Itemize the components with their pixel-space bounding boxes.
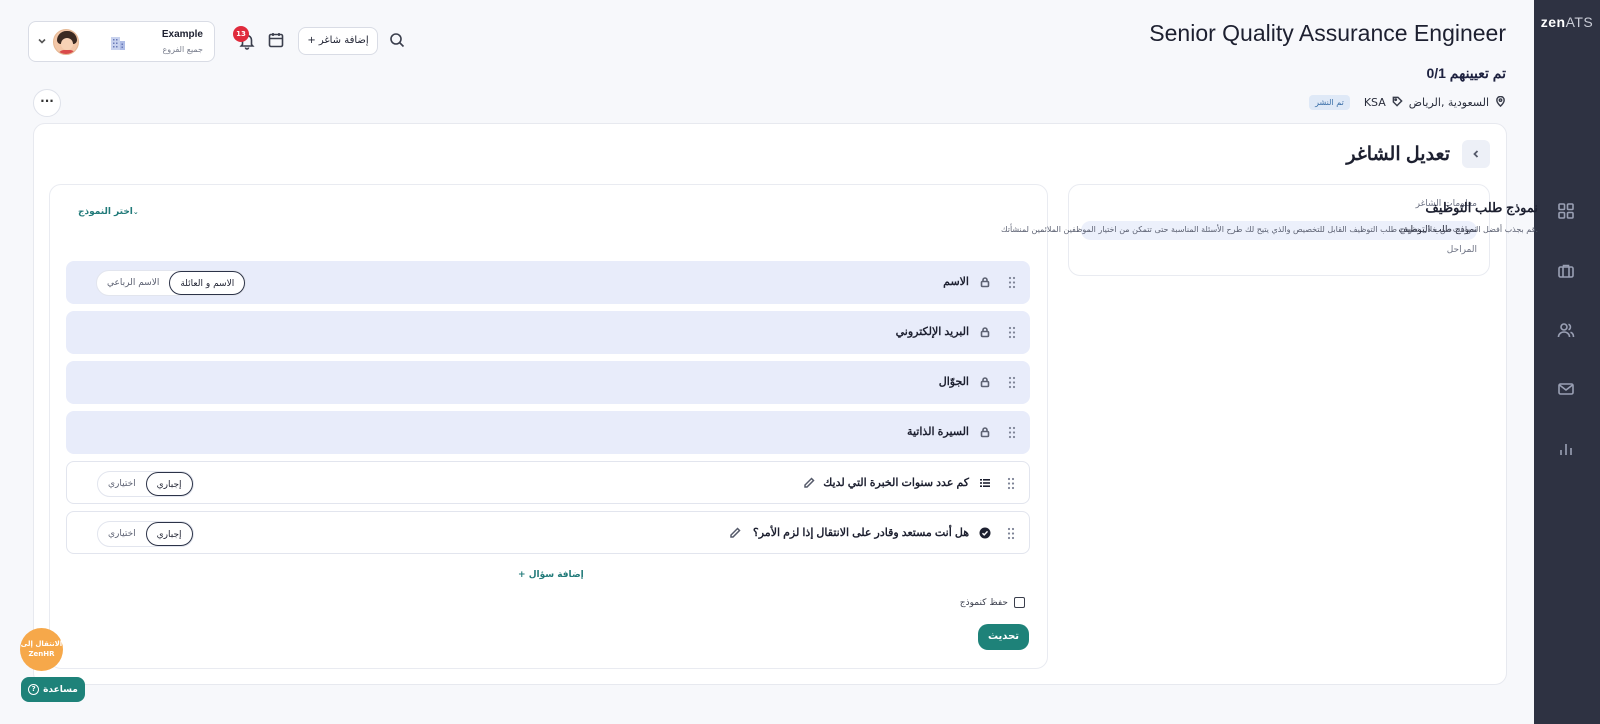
save-as-template[interactable]: حفظ كنموذج	[960, 597, 1025, 608]
option-full-name[interactable]: الاسم الرباعي	[97, 271, 169, 295]
question-row-relocation: هل أنت مستعد وقادر على الانتقال إذا لزم …	[66, 511, 1030, 554]
briefcase-icon[interactable]	[1557, 262, 1575, 280]
field-row-cv: السيرة الذاتية	[66, 411, 1030, 454]
add-vacancy-button[interactable]: + إضافة شاغر	[298, 27, 378, 55]
drag-handle-icon[interactable]	[1008, 276, 1016, 289]
notification-count: 13	[233, 26, 249, 42]
org-name: Example	[161, 29, 203, 40]
lock-icon	[979, 376, 991, 388]
users-icon[interactable]	[1557, 321, 1575, 339]
field-label: البريد الإلكتروني	[895, 326, 969, 338]
drag-handle-icon[interactable]	[1008, 326, 1016, 339]
lock-icon	[979, 326, 991, 338]
save-template-checkbox[interactable]	[1014, 597, 1025, 608]
page-title: تعديل الشاغر	[1346, 143, 1450, 165]
help-button[interactable]: ? مساعدة	[21, 677, 85, 702]
option-required[interactable]: إجباري	[145, 522, 193, 546]
location-pin-icon	[1495, 95, 1506, 110]
bar-chart-icon[interactable]	[1557, 440, 1575, 458]
user-org-switcher[interactable]: Example جميع الفروع	[28, 21, 215, 62]
save-template-label: حفظ كنموذج	[959, 597, 1008, 608]
option-optional[interactable]: اختياري	[98, 472, 146, 496]
drag-handle-icon[interactable]	[1008, 426, 1016, 439]
drag-handle-icon[interactable]	[1007, 527, 1015, 540]
go-to-zenhr-button[interactable]: الانتقال إلى ZenHR	[20, 628, 63, 671]
update-button[interactable]: تحديث	[978, 624, 1029, 650]
job-location: السعودية ,الرياض	[1408, 96, 1489, 109]
lock-icon	[979, 276, 991, 288]
form-description: قم بجذب أفضل المواهب من خلال نموذج طلب ا…	[1000, 225, 1538, 234]
question-icon: ?	[28, 684, 40, 695]
list-icon	[979, 477, 991, 489]
question-row-experience: كم عدد سنوات الخبرة التي لديك اختياري إج…	[66, 461, 1030, 504]
zenats-logo[interactable]: zenATS	[1534, 14, 1600, 30]
choose-template-dropdown[interactable]: اختر النموذج⌄	[78, 207, 142, 217]
job-meta: السعودية ,الرياض KSA تم النشر	[1309, 95, 1506, 110]
field-row-mobile: الجوّال	[66, 361, 1030, 404]
chevron-left-icon	[1473, 150, 1479, 158]
check-circle-icon	[979, 527, 991, 539]
org-branches: جميع الفروع	[162, 45, 203, 54]
building-icon	[109, 35, 127, 51]
calendar-icon[interactable]	[267, 31, 285, 49]
field-label: الاسم	[943, 276, 969, 288]
required-toggle[interactable]: اختياري إجباري	[97, 471, 194, 497]
question-label: هل أنت مستعد وقادر على الانتقال إذا لزم …	[752, 527, 969, 539]
app-sidebar: zenATS	[1534, 0, 1600, 724]
name-format-toggle[interactable]: الاسم الرباعي الاسم و العائلة	[96, 270, 247, 296]
edit-pencil-icon[interactable]	[729, 527, 741, 539]
drag-handle-icon[interactable]	[1008, 376, 1016, 389]
lock-icon	[979, 426, 991, 438]
required-toggle[interactable]: اختياري إجباري	[97, 521, 194, 547]
field-label: الجوّال	[938, 376, 969, 388]
chevron-down-icon[interactable]	[37, 36, 47, 46]
field-row-email: البريد الإلكتروني	[66, 311, 1030, 354]
more-options-button[interactable]: ···	[33, 89, 61, 117]
edit-pencil-icon[interactable]	[803, 477, 815, 489]
form-title: نموذج طلب التوظيف	[1425, 200, 1538, 215]
status-badge: تم النشر	[1309, 95, 1350, 110]
assigned-count: 0/1 تم تعيينهم	[1426, 65, 1506, 81]
chevron-down-icon: ⌄	[132, 208, 139, 216]
search-icon[interactable]	[388, 31, 406, 49]
question-label: كم عدد سنوات الخبرة التي لديك	[823, 477, 969, 489]
mail-icon[interactable]	[1557, 380, 1575, 398]
page-header: تعديل الشاغر	[1346, 140, 1490, 168]
option-optional[interactable]: اختياري	[98, 522, 146, 546]
avatar[interactable]	[53, 29, 79, 55]
option-required[interactable]: إجباري	[145, 472, 193, 496]
step-stages[interactable]: المراحل	[1447, 245, 1477, 255]
field-row-name: الاسم الاسم الرباعي الاسم و العائلة	[66, 261, 1030, 304]
option-first-last-name[interactable]: الاسم و العائلة	[169, 271, 246, 295]
job-title: Senior Quality Assurance Engineer	[1149, 20, 1506, 46]
job-tag: KSA	[1363, 96, 1386, 109]
back-button[interactable]	[1462, 140, 1490, 168]
drag-handle-icon[interactable]	[1007, 477, 1015, 490]
add-question-button[interactable]: + إضافة سؤال	[518, 570, 584, 580]
tag-icon	[1392, 96, 1403, 110]
field-label: السيرة الذاتية	[907, 426, 969, 438]
grid-icon[interactable]	[1557, 202, 1575, 220]
